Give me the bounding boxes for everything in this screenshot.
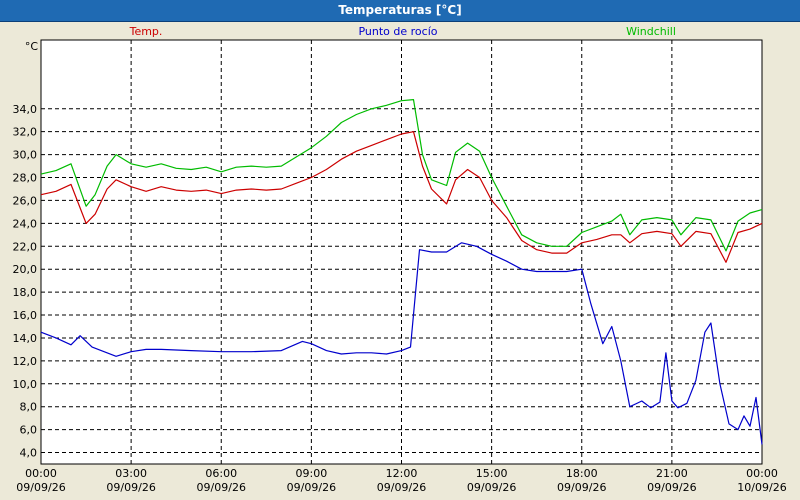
y-tick-label: 12,0 bbox=[13, 355, 38, 368]
x-tick-date-label: 09/09/26 bbox=[377, 481, 426, 494]
x-tick-label: 00:00 bbox=[25, 467, 57, 480]
x-tick-label: 12:00 bbox=[386, 467, 418, 480]
y-tick-label: 14,0 bbox=[13, 332, 38, 345]
x-tick-label: 18:00 bbox=[566, 467, 598, 480]
y-tick-label: 6,0 bbox=[20, 424, 38, 437]
x-tick-date-label: 09/09/26 bbox=[557, 481, 606, 494]
y-tick-label: 8,0 bbox=[20, 401, 38, 414]
y-tick-label: 18,0 bbox=[13, 286, 38, 299]
y-tick-label: 20,0 bbox=[13, 263, 38, 276]
y-tick-label: 10,0 bbox=[13, 378, 38, 391]
x-tick-date-label: 09/09/26 bbox=[16, 481, 65, 494]
chart-title: Temperaturas [°C] bbox=[338, 3, 462, 17]
x-tick-date-label: 09/09/26 bbox=[467, 481, 516, 494]
x-tick-label: 09:00 bbox=[296, 467, 328, 480]
legend-entry: Windchill bbox=[626, 25, 676, 38]
x-tick-label: 03:00 bbox=[115, 467, 147, 480]
y-tick-label: 34,0 bbox=[13, 103, 38, 116]
chart-window: Temperaturas [°C] 4,0 6,0 8,0 10,0 12,0 14,0 1… bbox=[0, 0, 800, 500]
x-tick-date-label: 09/09/26 bbox=[106, 481, 155, 494]
temperature-chart: 4,0 6,0 8,0 10,0 12,0 14,0 16,0 18,0 20,0 22,0 24,… bbox=[13, 25, 787, 494]
x-tick-label: 00:00 bbox=[746, 467, 778, 480]
x-tick-date-label: 10/09/26 bbox=[737, 481, 786, 494]
x-tick-date-label: 09/09/26 bbox=[647, 481, 696, 494]
y-tick-label: 32,0 bbox=[13, 126, 38, 139]
y-tick-label: 28,0 bbox=[13, 172, 38, 185]
x-tick-label: 15:00 bbox=[476, 467, 508, 480]
y-tick-label: 4,0 bbox=[20, 447, 38, 460]
y-tick-label: 22,0 bbox=[13, 240, 38, 253]
x-tick-date-label: 09/09/26 bbox=[287, 481, 336, 494]
title-bar: Temperaturas [°C] bbox=[0, 0, 800, 22]
y-tick-label: 24,0 bbox=[13, 217, 38, 230]
y-tick-label: 30,0 bbox=[13, 149, 38, 162]
y-tick-label: 26,0 bbox=[13, 194, 38, 207]
x-tick-label: 21:00 bbox=[656, 467, 688, 480]
x-tick-label: 06:00 bbox=[205, 467, 237, 480]
legend-entry: Punto de rocío bbox=[358, 25, 437, 38]
y-axis-label: °C bbox=[25, 40, 39, 53]
legend-entry: Temp. bbox=[129, 25, 163, 38]
y-tick-label: 16,0 bbox=[13, 309, 38, 322]
x-tick-date-label: 09/09/26 bbox=[197, 481, 246, 494]
